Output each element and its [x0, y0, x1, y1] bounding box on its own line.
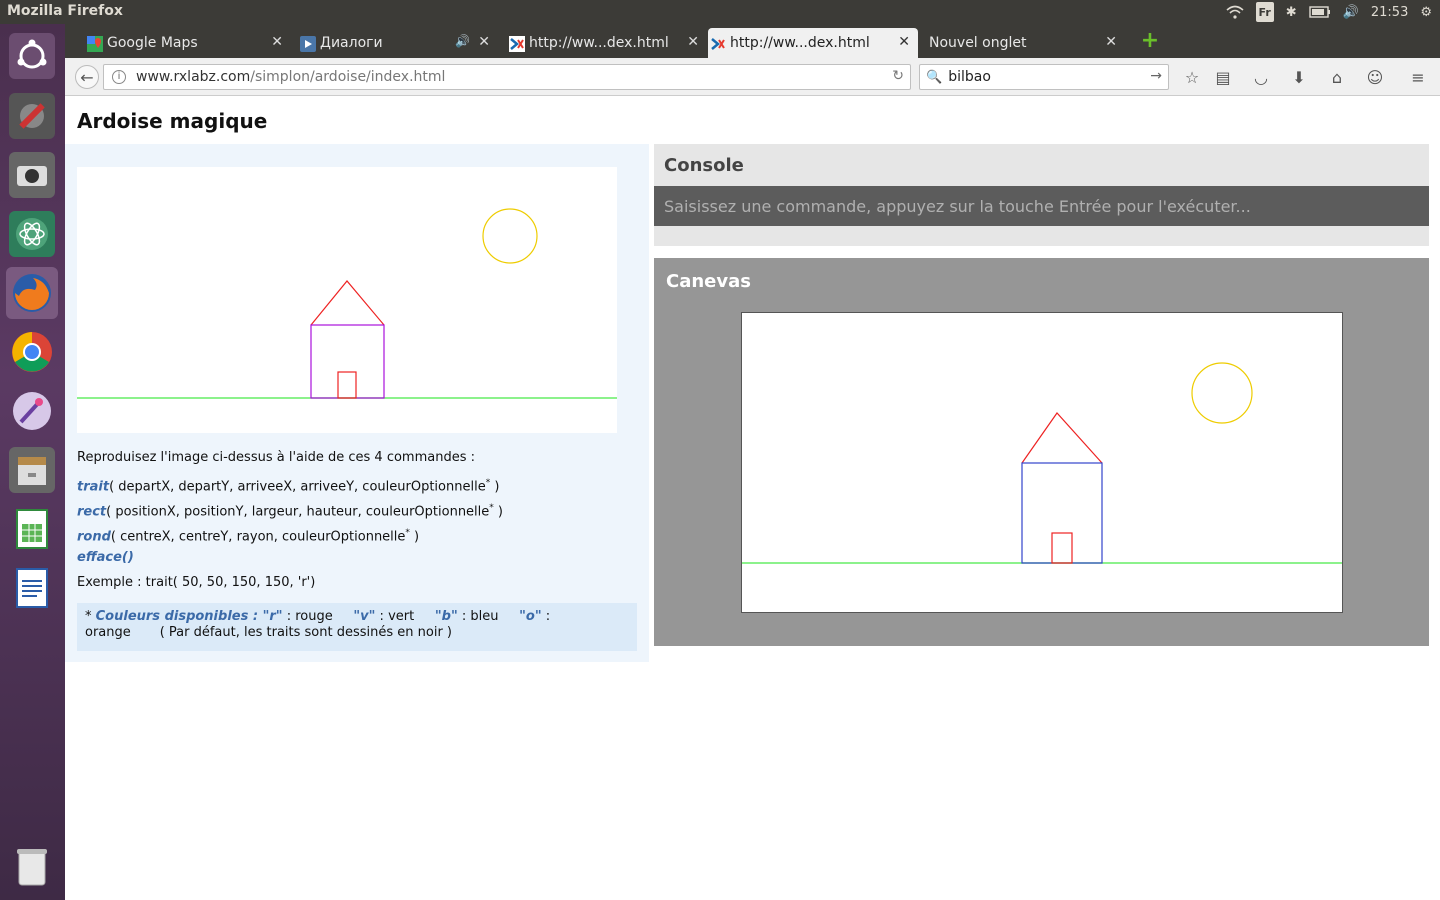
instructions-panel: Reproduisez l'image ci-dessus à l'aide d…	[65, 144, 649, 662]
tab-bar: Google Maps ✕ Диалоги 🔊 ✕ http://ww...de…	[65, 24, 1440, 58]
page-content: Ardoise magique Reproduisez l'image ci-d…	[65, 97, 1440, 900]
launcher-firefox[interactable]	[6, 267, 58, 319]
vk-icon	[300, 36, 316, 52]
battery-icon[interactable]	[1308, 2, 1331, 22]
canvas-roof	[1021, 412, 1103, 464]
launcher-inkscape[interactable]	[6, 385, 58, 437]
launcher-writer[interactable]	[6, 562, 58, 614]
site-info-icon[interactable]: i	[112, 70, 126, 84]
reload-icon[interactable]: ↻	[892, 68, 904, 84]
camera-icon	[9, 152, 55, 198]
clock[interactable]: 21:53	[1371, 2, 1408, 22]
command-rond: rond( centreX, centreY, rayon, couleurOp…	[77, 528, 420, 545]
launcher-dash[interactable]	[6, 30, 58, 82]
model-house-body	[310, 324, 385, 399]
canvas-sun	[1191, 362, 1253, 424]
file-cabinet-icon	[9, 447, 55, 493]
command-trait: trait( departX, departY, arriveeX, arriv…	[77, 478, 500, 495]
navigation-bar: ← i www.rxlabz.com/simplon/ardoise/index…	[65, 58, 1440, 96]
model-image	[77, 167, 617, 433]
tab-google-maps[interactable]: Google Maps ✕	[85, 28, 291, 58]
canvas-panel: Canevas	[654, 258, 1429, 646]
model-sun	[482, 208, 538, 264]
close-tab-icon[interactable]: ✕	[271, 34, 283, 50]
tab-new-tab[interactable]: Nouvel onglet ✕	[907, 28, 1125, 58]
console-panel: Console	[654, 144, 1429, 246]
pocket-icon[interactable]: ◡	[1250, 66, 1272, 88]
google-maps-icon	[87, 36, 103, 52]
document-icon	[16, 568, 48, 608]
instructions-text: Reproduisez l'image ci-dessus à l'aide d…	[77, 450, 637, 600]
tab-label: http://ww...dex.html	[730, 35, 870, 51]
system-top-bar: Mozilla Firefox Fr ✱ 🔊 21:53 ⚙	[0, 0, 1440, 24]
canvas-title: Canevas	[666, 271, 751, 292]
tab-dialogs[interactable]: Диалоги 🔊 ✕	[298, 28, 498, 58]
close-tab-icon[interactable]: ✕	[687, 34, 699, 50]
launcher	[0, 24, 65, 900]
search-input[interactable]: bilbao	[948, 69, 991, 85]
bookmarks-list-icon[interactable]: ▤	[1212, 66, 1234, 88]
canvas-house-body	[1021, 462, 1103, 564]
trash-icon	[17, 849, 47, 886]
wifi-icon[interactable]	[1226, 2, 1244, 22]
back-arrow-icon[interactable]: ←	[75, 65, 99, 89]
downloads-icon[interactable]: ⬇	[1288, 66, 1310, 88]
firefox-icon	[13, 274, 51, 312]
bluetooth-icon[interactable]: ✱	[1286, 2, 1297, 22]
console-title: Console	[664, 155, 744, 176]
tools-icon	[9, 93, 55, 139]
url-text[interactable]: www.rxlabz.com/simplon/ardoise/index.htm…	[136, 69, 445, 85]
rxlabz-icon	[509, 36, 525, 52]
ubuntu-logo-icon	[9, 33, 55, 79]
colors-legend: * Couleurs disponibles : "r" : rouge "v"…	[77, 603, 637, 651]
tab-rxlabz-1[interactable]: http://ww...dex.html ✕	[507, 28, 707, 58]
tab-label: Диалоги	[320, 35, 383, 51]
console-command-input[interactable]	[654, 186, 1429, 226]
launcher-camera[interactable]	[6, 149, 58, 201]
tab-label: Nouvel onglet	[929, 35, 1027, 51]
new-tab-plus-icon[interactable]: +	[1139, 30, 1161, 53]
tab-label: Google Maps	[107, 35, 198, 51]
model-door	[337, 371, 357, 399]
paint-brush-icon	[13, 392, 51, 430]
tab-label: http://ww...dex.html	[529, 35, 669, 51]
launcher-chrome[interactable]	[6, 326, 58, 378]
url-bar[interactable]: i www.rxlabz.com/simplon/ardoise/index.h…	[103, 64, 911, 90]
command-rect: rect( positionX, positionY, largeur, hau…	[77, 503, 504, 520]
command-example: Exemple : trait( 50, 50, 150, 150, 'r')	[77, 575, 316, 590]
home-icon[interactable]: ⌂	[1326, 66, 1348, 88]
tab-rxlabz-active[interactable]: http://ww...dex.html ✕	[708, 28, 918, 58]
spreadsheet-icon	[16, 509, 48, 549]
chrome-icon	[12, 332, 52, 372]
close-tab-icon[interactable]: ✕	[1105, 34, 1117, 50]
app-title: Mozilla Firefox	[7, 3, 123, 19]
system-tray: Fr ✱ 🔊 21:53 ⚙	[1226, 2, 1432, 22]
settings-gear-icon[interactable]: ⚙	[1420, 2, 1432, 22]
search-bar[interactable]: 🔍 bilbao →	[919, 64, 1169, 90]
launcher-atom[interactable]	[6, 208, 58, 260]
drawing-canvas[interactable]	[741, 312, 1343, 613]
launcher-files[interactable]	[6, 444, 58, 496]
speaker-icon[interactable]: 🔊	[455, 34, 470, 48]
canvas-door	[1051, 532, 1073, 564]
search-icon: 🔍	[926, 69, 943, 85]
close-tab-icon[interactable]: ✕	[478, 34, 490, 50]
search-go-arrow-icon[interactable]: →	[1150, 68, 1162, 84]
volume-icon[interactable]: 🔊	[1343, 2, 1359, 22]
launcher-system-settings[interactable]	[6, 90, 58, 142]
bookmark-star-icon[interactable]: ☆	[1181, 66, 1203, 88]
launcher-trash[interactable]	[6, 840, 58, 892]
command-efface: efface()	[77, 550, 134, 565]
hello-chat-icon[interactable]: ☺	[1364, 66, 1386, 88]
rxlabz-icon	[711, 38, 725, 50]
model-roof	[310, 280, 385, 326]
menu-hamburger-icon[interactable]: ≡	[1407, 66, 1429, 88]
page-title: Ardoise magique	[77, 109, 268, 133]
keyboard-layout-indicator[interactable]: Fr	[1255, 2, 1274, 22]
launcher-calc[interactable]	[6, 503, 58, 555]
instructions-intro: Reproduisez l'image ci-dessus à l'aide d…	[77, 450, 475, 465]
atom-icon	[9, 211, 55, 257]
